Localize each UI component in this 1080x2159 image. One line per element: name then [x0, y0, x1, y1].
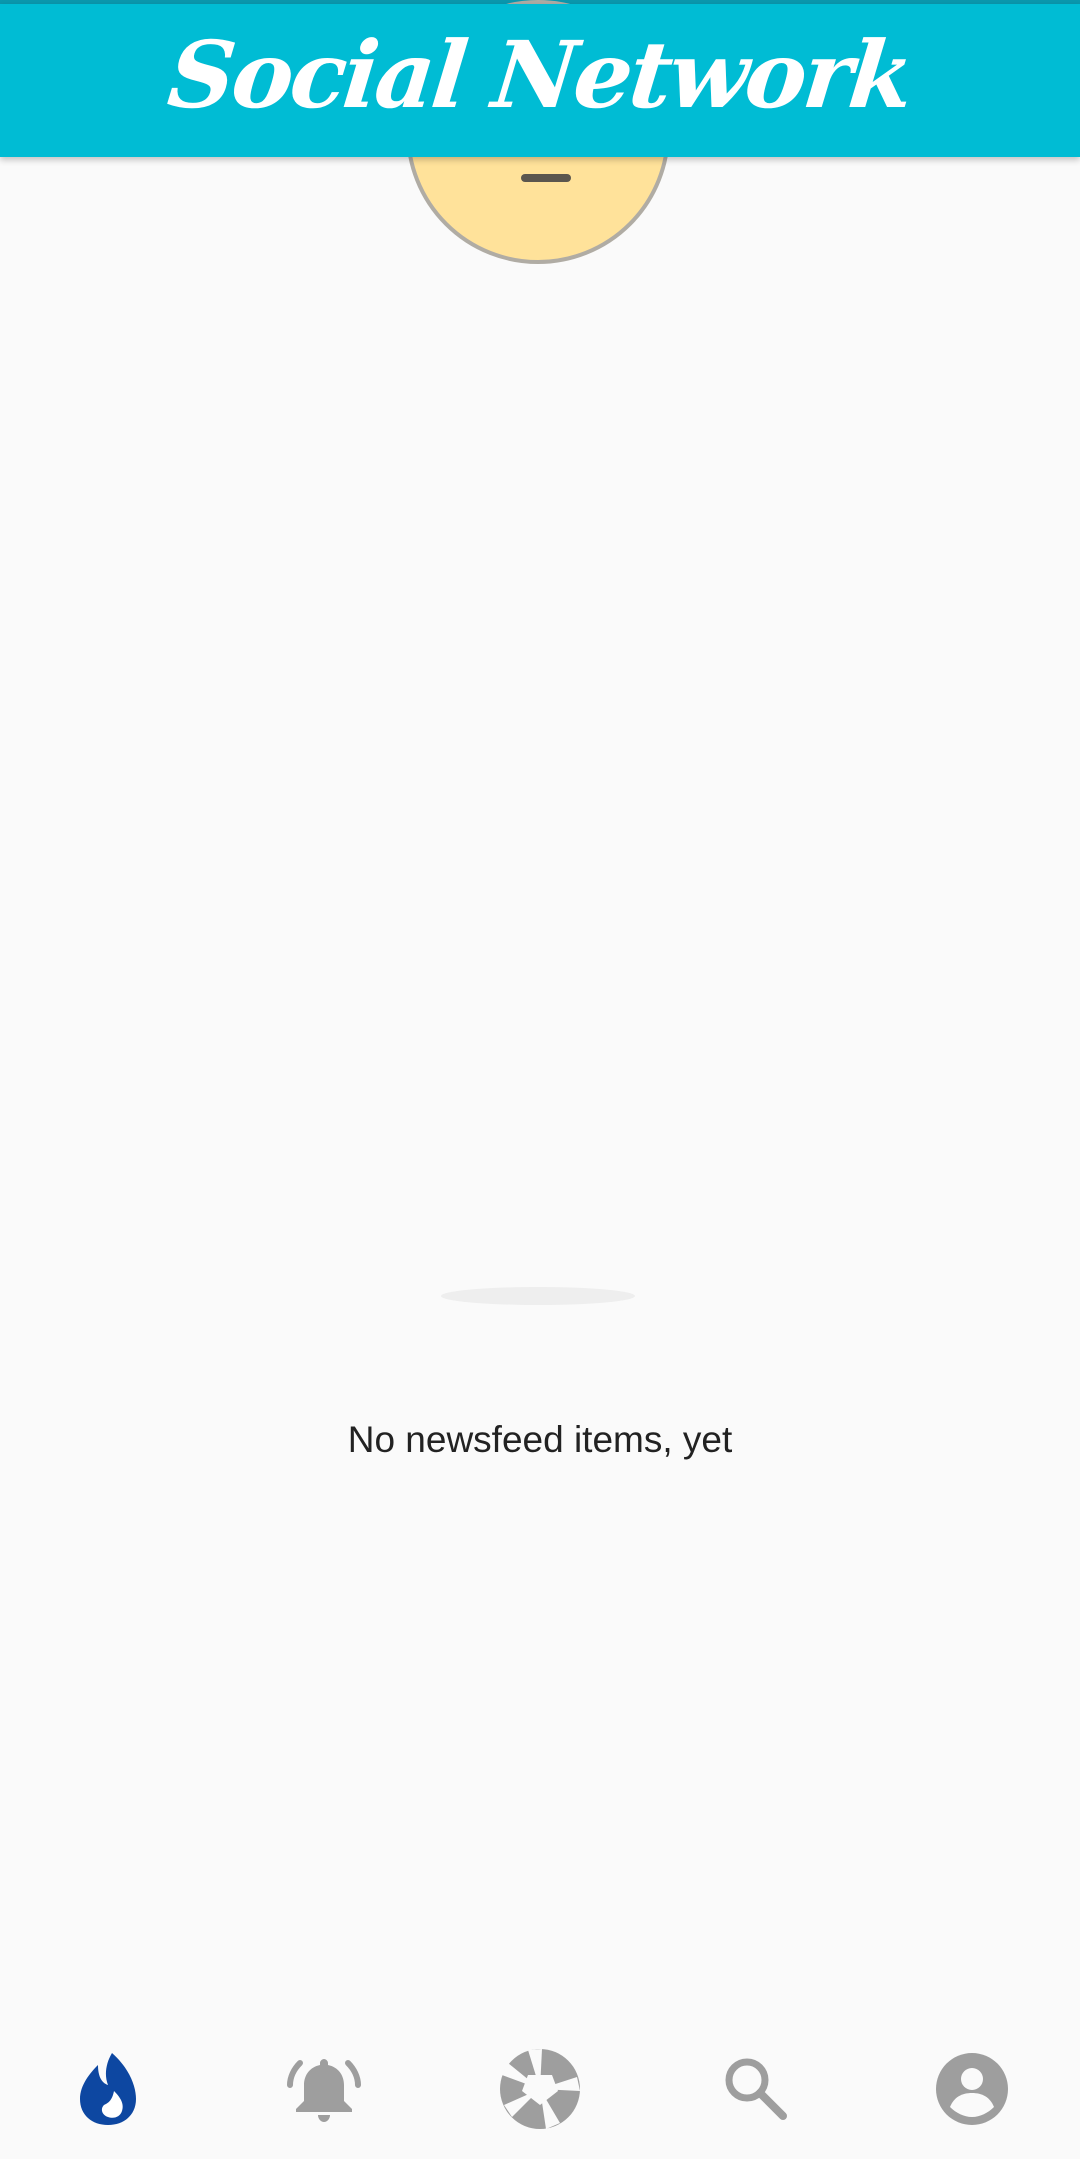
- nav-home[interactable]: [0, 2019, 216, 2159]
- bottom-navigation: [0, 2019, 1080, 2159]
- account-icon: [936, 2053, 1008, 2125]
- search-icon: [725, 2058, 787, 2120]
- app-bar: Social Network: [0, 4, 1080, 157]
- nav-search[interactable]: [648, 2019, 864, 2159]
- app-title: Social Network: [163, 20, 917, 129]
- camera-aperture-icon: [500, 2049, 580, 2129]
- nav-profile[interactable]: [864, 2019, 1080, 2159]
- flame-icon: [80, 2053, 136, 2125]
- bell-icon: [287, 2059, 361, 2122]
- app-screen: Social Network No newsfeed items, yet: [0, 0, 1080, 2159]
- nav-camera[interactable]: [432, 2019, 648, 2159]
- empty-state-message: No newsfeed items, yet: [347, 1419, 733, 1460]
- nav-notifications[interactable]: [216, 2019, 432, 2159]
- face-shadow: [441, 1287, 635, 1305]
